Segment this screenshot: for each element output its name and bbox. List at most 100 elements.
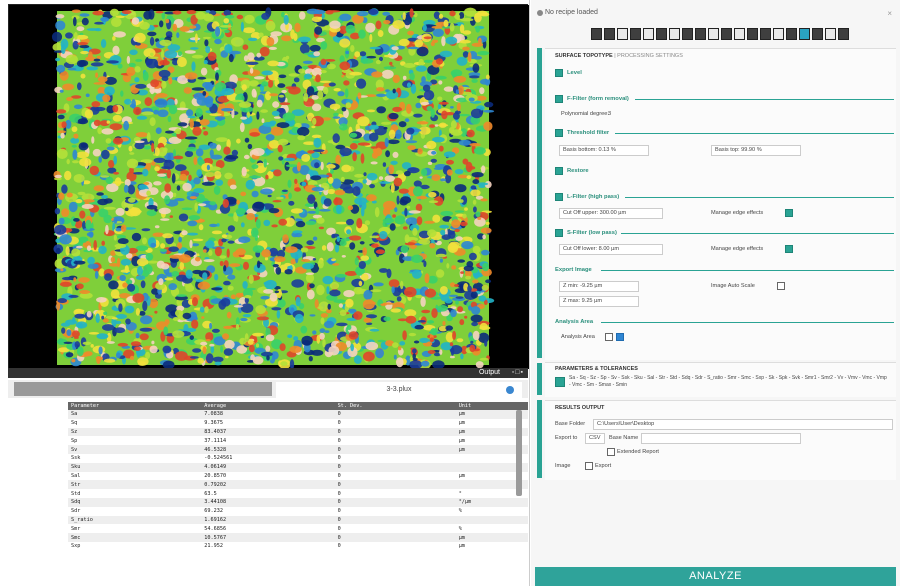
toolbar-button-16[interactable] <box>786 28 797 40</box>
table-row[interactable]: Sv 46.5328 0 µm <box>68 445 528 454</box>
manage-edge-checkbox-2[interactable] <box>785 245 793 253</box>
basis-top-field[interactable]: Basis top: 99.90 % <box>711 145 801 156</box>
surface-height-map <box>9 5 529 369</box>
toolbar-button-18[interactable] <box>812 28 823 40</box>
table-row[interactable]: Sdq 3.44108 0 °/µm <box>68 497 528 507</box>
output-header: RESULTS OUTPUT <box>555 405 605 411</box>
sfilter-low-label: S-Filter (low pass) <box>567 230 617 236</box>
cell-stdev: 0 <box>334 533 456 542</box>
export-image-checkbox[interactable] <box>585 462 593 470</box>
close-icon[interactable]: × <box>887 9 892 18</box>
export-image-divider <box>601 270 894 271</box>
threshold-checkbox[interactable] <box>555 129 563 137</box>
table-row[interactable]: Std 63.5 0 ° <box>68 489 528 498</box>
output-section-stripe <box>537 400 542 478</box>
table-row[interactable]: Ssk -0.524561 0 <box>68 453 528 463</box>
cell-parameter: Str <box>68 480 202 490</box>
output-label[interactable]: Output <box>479 369 500 376</box>
level-checkbox[interactable] <box>555 69 563 77</box>
table-row[interactable]: Sa 7.0838 0 µm <box>68 410 528 419</box>
toolbar-button-14[interactable] <box>760 28 771 40</box>
table-row[interactable]: Sal 20.8570 0 µm <box>68 471 528 481</box>
lfilter-high-checkbox[interactable] <box>555 193 563 201</box>
sfilter-low-checkbox[interactable] <box>555 229 563 237</box>
params-edit-icon[interactable] <box>555 377 565 387</box>
cell-stdev: 0 <box>334 489 456 498</box>
tab-active[interactable]: 3-3.plux <box>276 382 522 398</box>
table-row[interactable]: Sq 9.3675 0 µm <box>68 418 528 428</box>
processing-settings-label: PROCESSING SETTINGS <box>617 53 683 59</box>
table-row[interactable]: S_ratio 1.69162 0 <box>68 515 528 525</box>
manage-edge-checkbox-1[interactable] <box>785 209 793 217</box>
export-to-label: Export to <box>555 435 578 441</box>
toolbar-button-5[interactable] <box>643 28 654 40</box>
left-panel: Output ▫□▪ 3-3.plux Parameter Average St… <box>0 0 530 586</box>
params-list: Sa - Sq - Sz - Sp - Sv - Ssk - Sku - Sal… <box>569 375 887 388</box>
toolbar-button-7[interactable] <box>669 28 680 40</box>
table-row[interactable]: Sdr 69.232 0% <box>68 506 528 516</box>
cutoff-upper-field[interactable]: Cut Off upper: 300.00 µm <box>559 208 663 219</box>
viewer-window-controls[interactable]: ▫□▪ <box>512 369 524 376</box>
tab-inactive[interactable] <box>14 382 272 396</box>
export-format-select[interactable]: CSV <box>585 433 605 444</box>
surface-topotype-tab[interactable]: SURFACE TOPOTYPE | PROCESSING SETTINGS <box>555 53 683 59</box>
analyze-button[interactable]: ANALYZE <box>535 567 896 586</box>
ffilter-checkbox[interactable] <box>555 95 563 103</box>
toolbar-button-8[interactable] <box>682 28 693 40</box>
toolbar-button-20[interactable] <box>838 28 849 40</box>
restore-checkbox[interactable] <box>555 167 563 175</box>
toolbar-button-17[interactable] <box>799 28 810 40</box>
toolbar-button-6[interactable] <box>656 28 667 40</box>
analysis-area-select-icon[interactable] <box>616 333 624 341</box>
threshold-label: Threshold filter <box>567 130 610 136</box>
cell-parameter: Smr <box>68 524 202 534</box>
export-image-label: Export Image <box>555 267 592 273</box>
toolbar-button-13[interactable] <box>747 28 758 40</box>
basis-top-value: 99.90 % <box>741 147 762 153</box>
header-parameter: Parameter <box>68 402 202 410</box>
base-folder-input[interactable]: C:\Users\User\Desktop <box>593 419 893 430</box>
toolbar-button-9[interactable] <box>695 28 706 40</box>
manage-edge-label-2: Manage edge effects <box>711 246 764 252</box>
analysis-area-label: Analysis Area <box>561 334 595 340</box>
export-label: Export <box>595 463 612 469</box>
basis-bottom-field[interactable]: Basis bottom: 0.13 % <box>559 145 649 156</box>
settings-section-stripe <box>537 48 542 358</box>
tab-info-icon[interactable] <box>506 386 514 394</box>
toolbar-button-2[interactable] <box>604 28 615 40</box>
table-row[interactable]: Smr 54.6856 0% <box>68 524 528 534</box>
toolbar-button-19[interactable] <box>825 28 836 40</box>
table-row[interactable]: Smc 10.5767 0 µm <box>68 533 528 542</box>
toolbar-button-15[interactable] <box>773 28 784 40</box>
cell-average: 10.5767 <box>201 533 335 542</box>
zmin-label: Z min: <box>563 283 579 289</box>
cell-parameter: Sa <box>68 410 202 419</box>
extended-report-checkbox[interactable] <box>607 448 615 456</box>
table-row[interactable]: Sz 83.4037 0 µm <box>68 427 528 437</box>
toolbar-button-12[interactable] <box>734 28 745 40</box>
toolbar-button-4[interactable] <box>630 28 641 40</box>
table-row[interactable]: Str 0.79202 0 <box>68 480 528 490</box>
table-row[interactable]: Sp 37.1114 0 µm <box>68 436 528 446</box>
toolbar-button-11[interactable] <box>721 28 732 40</box>
base-name-input[interactable] <box>641 433 801 444</box>
analysis-area-checkbox[interactable] <box>605 333 613 341</box>
auto-scale-checkbox[interactable] <box>777 282 785 290</box>
toolbar-button-3[interactable] <box>617 28 628 40</box>
table-scrollbar[interactable] <box>516 410 522 496</box>
cutoff-lower-field[interactable]: Cut Off lower: 8.00 µm <box>559 244 663 255</box>
zmin-field[interactable]: Z min: -9.25 µm <box>559 281 639 292</box>
zmin-value: -9.25 µm <box>580 283 603 289</box>
zmax-field[interactable]: Z max: 9.25 µm <box>559 296 639 307</box>
toolbar-button-1[interactable] <box>591 28 602 40</box>
surface-topotype-label: SURFACE TOPOTYPE <box>555 53 613 59</box>
poly-value[interactable]: 3 <box>608 111 611 117</box>
toolbar-button-10[interactable] <box>708 28 719 40</box>
toolbar <box>591 28 849 44</box>
basis-top-label: Basis top: <box>715 147 740 153</box>
surface-image-viewer[interactable] <box>8 4 529 369</box>
output-section: RESULTS OUTPUT Base Folder C:\Users\User… <box>545 400 896 480</box>
restore-label: Restore <box>567 168 589 174</box>
table-row[interactable]: Sxp 21.952 0 µm <box>68 541 528 551</box>
table-row[interactable]: Sku 4.06149 0 <box>68 462 528 472</box>
